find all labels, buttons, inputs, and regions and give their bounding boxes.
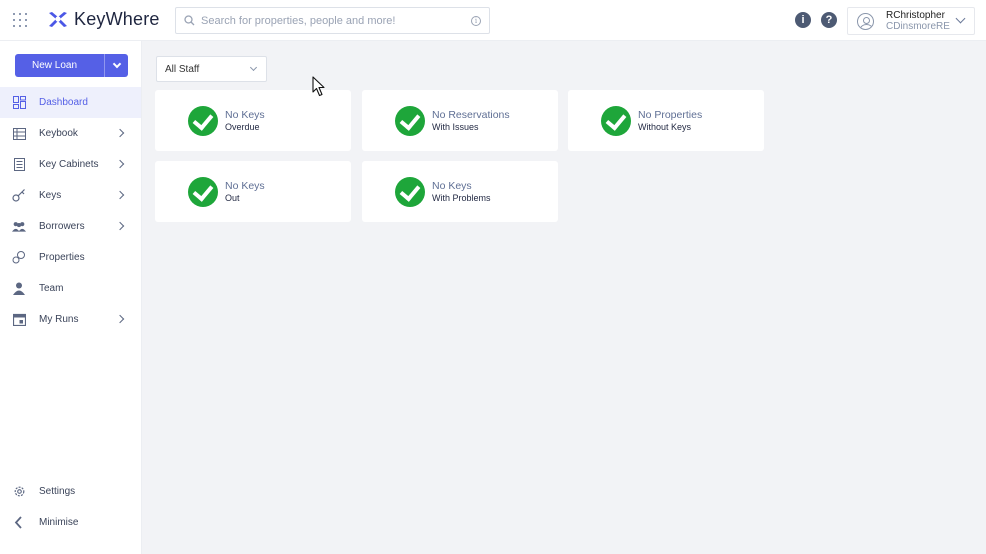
sidebar-bottom: Settings Minimise [0, 476, 141, 538]
logo[interactable]: KeyWhere [48, 9, 160, 30]
chevron-right-icon [115, 221, 125, 231]
sidebar-item-my-runs[interactable]: My Runs [0, 304, 141, 335]
sidebar-item-dashboard[interactable]: Dashboard [0, 87, 141, 118]
help-icon[interactable]: ? [821, 12, 837, 28]
chevron-down-icon [112, 59, 121, 69]
search-input[interactable] [201, 14, 471, 27]
apps-grid-icon[interactable] [13, 13, 27, 27]
info-icon[interactable]: i [795, 12, 811, 28]
app-name: KeyWhere [74, 9, 160, 29]
search-box[interactable]: i [175, 7, 490, 34]
sidebar-item-label: Dashboard [39, 97, 88, 108]
top-bar: KeyWhere i i ? RChristopher CDinsmoreRE [0, 0, 986, 41]
keybook-icon [12, 127, 26, 141]
check-circle-icon [601, 105, 631, 136]
check-circle-icon [395, 176, 425, 207]
sidebar: New Loan Dashboard Keybook Key Cabinets [0, 41, 142, 554]
chevron-right-icon [115, 190, 125, 200]
user-menu[interactable]: RChristopher CDinsmoreRE [847, 7, 975, 35]
keywhere-logo-icon [49, 11, 67, 27]
cabinet-icon [12, 158, 26, 172]
sidebar-item-label: Team [39, 283, 64, 294]
sidebar-item-label: Properties [39, 252, 85, 263]
sidebar-item-label: Key Cabinets [39, 159, 99, 170]
user-org: CDinsmoreRE [886, 21, 950, 32]
chevron-right-icon [115, 128, 125, 138]
staff-filter-value: All Staff [165, 63, 200, 75]
sidebar-nav: Dashboard Keybook Key Cabinets Keys Borr… [0, 87, 141, 335]
gear-icon [12, 485, 26, 499]
new-loan-button[interactable]: New Loan [15, 54, 104, 77]
sidebar-item-label: Minimise [39, 517, 79, 528]
chevron-down-icon [249, 63, 258, 72]
new-loan-dropdown-button[interactable] [104, 54, 128, 77]
people-icon [12, 220, 26, 234]
sidebar-item-borrowers[interactable]: Borrowers [0, 211, 141, 242]
status-card-properties-without-keys[interactable]: No Properties Without Keys [568, 90, 764, 151]
chevron-down-icon [955, 13, 966, 24]
chevron-left-icon [12, 516, 26, 530]
sidebar-item-label: Borrowers [39, 221, 85, 232]
sidebar-item-team[interactable]: Team [0, 273, 141, 304]
card-title: No Keys [432, 179, 472, 192]
new-loan-button-group: New Loan [15, 54, 128, 77]
avatar-icon [857, 12, 874, 30]
sidebar-item-label: Settings [39, 486, 76, 497]
card-title: No Reservations [432, 108, 510, 121]
calendar-icon [12, 313, 26, 327]
card-subtitle: With Problems [432, 192, 491, 203]
status-card-reservations-issues[interactable]: No Reservations With Issues [362, 90, 558, 151]
sidebar-item-keys[interactable]: Keys [0, 180, 141, 211]
search-info-icon[interactable]: i [471, 15, 481, 26]
status-card-keys-overdue[interactable]: No Keys Overdue [155, 90, 351, 151]
person-icon [12, 282, 26, 296]
user-name: RChristopher [886, 10, 945, 21]
sidebar-item-label: Keys [39, 190, 62, 201]
dashboard-icon [12, 96, 26, 110]
staff-filter-select[interactable]: All Staff [156, 56, 267, 82]
chevron-right-icon [115, 159, 125, 169]
card-subtitle: Without Keys [638, 121, 692, 132]
search-icon [184, 15, 195, 26]
status-card-keys-out[interactable]: No Keys Out [155, 161, 351, 222]
card-subtitle: Out [225, 192, 240, 203]
sidebar-item-label: Keybook [39, 128, 78, 139]
card-title: No Properties [638, 108, 703, 121]
check-circle-icon [395, 105, 425, 136]
card-subtitle: Overdue [225, 121, 260, 132]
sidebar-item-key-cabinets[interactable]: Key Cabinets [0, 149, 141, 180]
card-title: No Keys [225, 108, 265, 121]
sidebar-item-keybook[interactable]: Keybook [0, 118, 141, 149]
sidebar-item-settings[interactable]: Settings [0, 476, 141, 507]
check-circle-icon [188, 105, 218, 136]
properties-icon [12, 251, 26, 265]
mouse-cursor-icon [312, 76, 325, 97]
card-title: No Keys [225, 179, 265, 192]
card-subtitle: With Issues [432, 121, 479, 132]
sidebar-item-minimise[interactable]: Minimise [0, 507, 141, 538]
sidebar-item-label: My Runs [39, 314, 79, 325]
status-card-keys-problems[interactable]: No Keys With Problems [362, 161, 558, 222]
key-icon [12, 189, 26, 203]
chevron-right-icon [115, 314, 125, 324]
check-circle-icon [188, 176, 218, 207]
sidebar-item-properties[interactable]: Properties [0, 242, 141, 273]
